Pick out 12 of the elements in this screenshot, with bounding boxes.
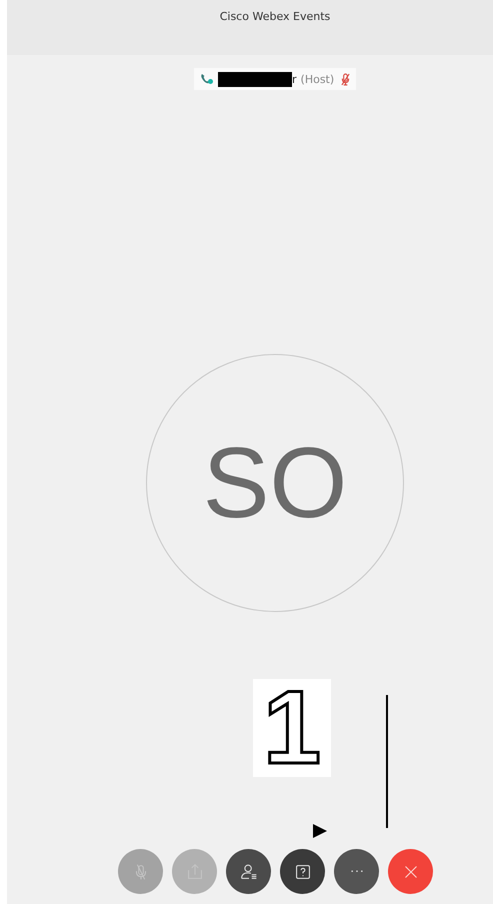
qa-button[interactable] [280, 849, 325, 894]
speaker-role: (Host) [300, 72, 334, 86]
more-icon [350, 870, 362, 873]
phone-icon [200, 73, 214, 85]
leave-button[interactable] [388, 849, 433, 894]
window-title: Cisco Webex Events [220, 10, 330, 24]
speaker-name: r [292, 72, 297, 86]
more-button[interactable] [334, 849, 379, 894]
avatar-initials: SO [202, 426, 348, 540]
participants-button[interactable] [226, 849, 271, 894]
annotation-number: 1 [263, 676, 321, 780]
pointer-icon [313, 824, 327, 838]
